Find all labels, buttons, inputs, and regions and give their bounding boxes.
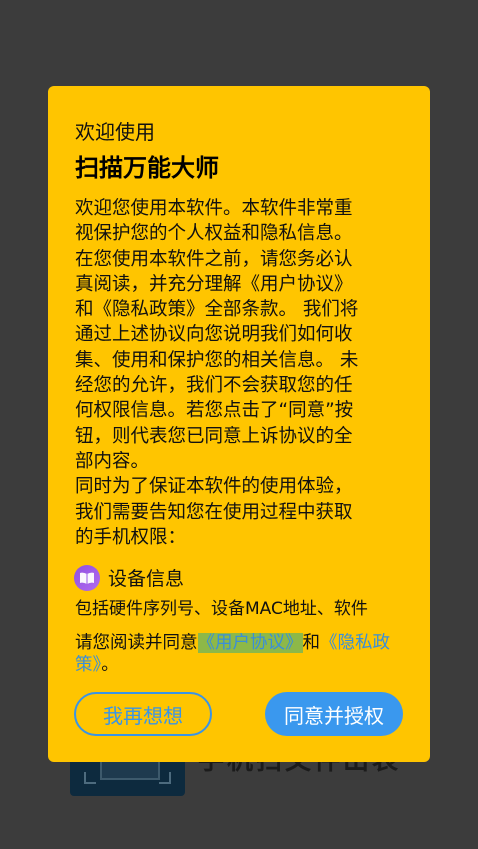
dialog-body-text: 欢迎您使用本软件。本软件非常重 视保护您的个人权益和隐私信息。 在您使用本软件之… [75,198,359,548]
permission-item: 设备信息 [74,564,184,591]
scan-corner-icon [84,772,96,784]
book-icon [74,564,100,591]
agreement-text: 请您阅读并同意《用户协议》和《隐私政策》。 [75,632,405,676]
cancel-button[interactable]: 我再想想 [74,692,212,736]
scan-corner-icon [159,772,171,784]
agree-button[interactable]: 同意并授权 [265,692,403,736]
agreement-and: 和 [302,633,321,653]
permission-title: 设备信息 [108,568,185,590]
privacy-dialog: 欢迎使用 扫描万能大师 欢迎您使用本软件。本软件非常重 视保护您的个人权益和隐私… [48,86,430,762]
user-agreement-link[interactable]: 《用户协议》 [197,633,303,653]
dialog-welcome-title: 欢迎使用 [75,120,155,144]
agreement-prefix: 请您阅读并同意 [75,633,198,653]
agreement-suffix: 。 [101,655,119,675]
permission-description: 包括硬件序列号、设备MAC地址、软件 [75,599,368,619]
dialog-app-name: 扫描万能大师 [75,154,219,182]
